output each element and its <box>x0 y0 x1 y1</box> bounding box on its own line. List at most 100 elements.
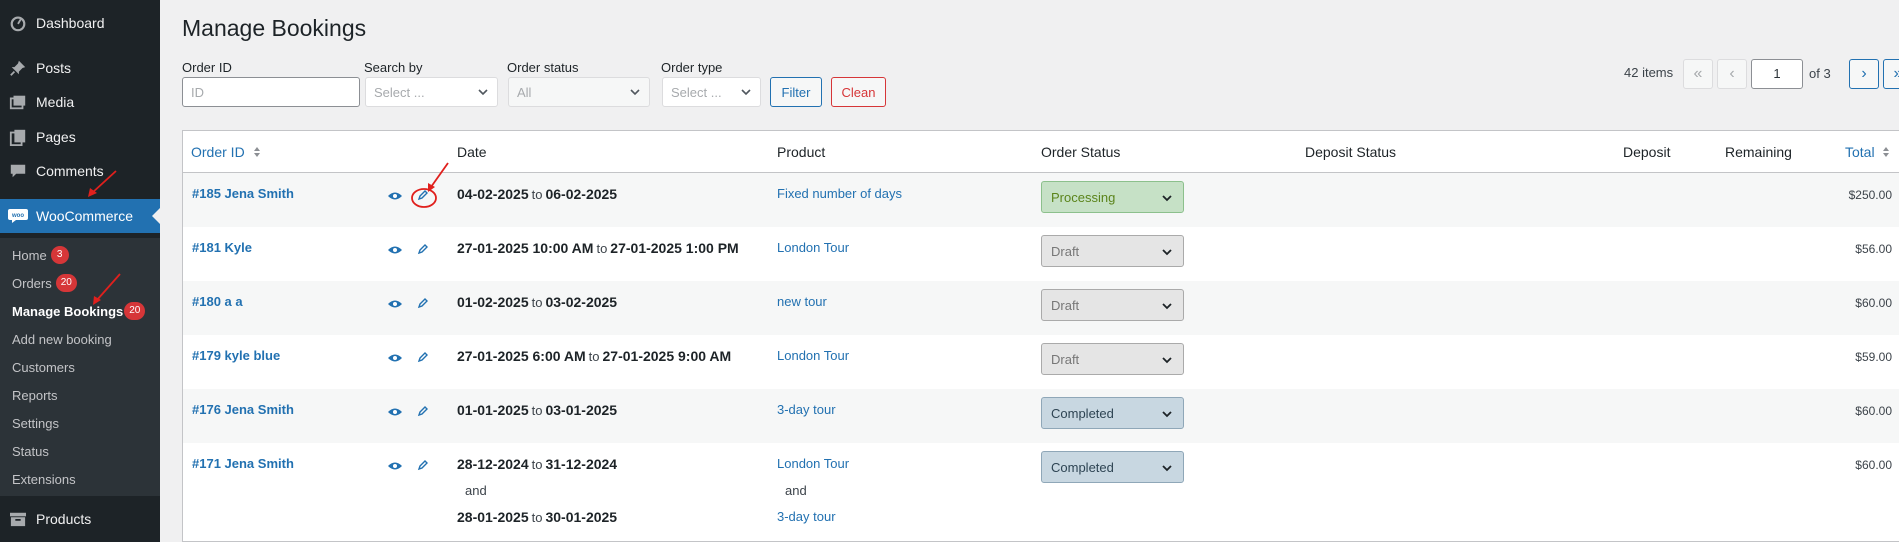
eye-icon[interactable] <box>387 351 403 365</box>
first-page-button[interactable]: « <box>1683 59 1713 89</box>
submenu-home[interactable]: Home 3 <box>12 245 69 265</box>
count-badge: 3 <box>50 246 69 264</box>
submenu-manage-bookings[interactable]: Manage Bookings 20 <box>12 301 146 321</box>
woocommerce-submenu: Home 3 Orders 20 Manage Bookings 20 Add … <box>0 238 160 496</box>
menu-dashboard[interactable]: Dashboard <box>0 6 160 40</box>
table-row: #176 Jena Smith 01-01-2025 to 03-01-2025 3… <box>183 389 1899 443</box>
order-link[interactable]: #176 Jena Smith <box>192 402 294 417</box>
pin-icon <box>0 59 36 77</box>
order-id-label: Order ID <box>182 60 232 75</box>
pencil-icon[interactable] <box>415 350 431 364</box>
order-status-select[interactable]: All <box>508 77 650 107</box>
booking-dates: 27-01-2025 10:00 AM to 27-01-2025 1:00 PM <box>457 240 739 256</box>
pencil-icon[interactable] <box>415 242 431 256</box>
prev-page-button[interactable]: ‹ <box>1717 59 1747 89</box>
pencil-icon[interactable] <box>415 458 431 472</box>
order-status-select[interactable]: Draft <box>1041 289 1184 321</box>
submenu-orders[interactable]: Orders 20 <box>12 273 77 293</box>
column-remaining: Remaining <box>1725 144 1792 160</box>
last-page-button[interactable]: » <box>1883 59 1899 89</box>
table-row: #171 Jena Smith 28-12-2024 to 31-12-2024 a… <box>183 443 1899 541</box>
total-value: $60.00 <box>1855 458 1892 472</box>
table-header: Order ID Date Product Order Status Depos… <box>183 131 1899 173</box>
product-link[interactable]: London Tour <box>777 240 849 255</box>
column-order-id[interactable]: Order ID <box>191 144 261 162</box>
total-value: $250.00 <box>1848 188 1892 202</box>
menu-posts[interactable]: Posts <box>0 51 160 85</box>
order-link[interactable]: #181 Kyle <box>192 240 252 255</box>
submenu-status[interactable]: Status <box>12 441 49 461</box>
booking-dates: 04-02-2025 to 06-02-2025 <box>457 186 618 202</box>
order-link[interactable]: #171 Jena Smith <box>192 456 294 471</box>
submenu-add-new-booking[interactable]: Add new booking <box>12 329 112 349</box>
main-content: Manage Bookings Order ID Search by Selec… <box>182 0 1899 542</box>
pencil-icon[interactable] <box>415 404 431 418</box>
eye-icon[interactable] <box>387 297 403 311</box>
filter-button[interactable]: Filter <box>770 77 822 107</box>
order-status-select[interactable]: Processing <box>1041 181 1184 213</box>
table-row: #179 kyle blue 27-01-2025 6:00 AM to 27-01… <box>183 335 1899 389</box>
submenu-customers[interactable]: Customers <box>12 357 75 377</box>
order-status-select[interactable]: Draft <box>1041 235 1184 267</box>
and-separator: and <box>785 483 807 498</box>
order-link[interactable]: #180 a a <box>192 294 243 309</box>
eye-icon[interactable] <box>387 243 403 257</box>
media-icon <box>0 93 36 111</box>
eye-icon[interactable] <box>387 189 403 203</box>
product-link[interactable]: 3-day tour <box>777 509 836 524</box>
product-link[interactable]: London Tour <box>777 348 849 363</box>
order-type-select[interactable]: Select ... <box>662 77 761 107</box>
order-status-select[interactable]: Completed <box>1041 451 1184 483</box>
total-value: $56.00 <box>1855 242 1892 256</box>
submenu-settings[interactable]: Settings <box>12 413 59 433</box>
menu-pages[interactable]: Pages <box>0 120 160 154</box>
product-link[interactable]: 3-day tour <box>777 402 836 417</box>
booking-dates: 01-02-2025 to 03-02-2025 <box>457 294 618 310</box>
order-id-input[interactable] <box>182 77 360 107</box>
column-date: Date <box>457 144 487 160</box>
order-type-label: Order type <box>661 60 723 75</box>
current-menu-arrow <box>152 208 160 224</box>
order-status-select[interactable]: Completed <box>1041 397 1184 429</box>
total-value: $60.00 <box>1855 296 1892 310</box>
page-title: Manage Bookings <box>182 15 367 41</box>
pencil-icon[interactable] <box>415 188 431 202</box>
current-page-input[interactable]: 1 <box>1751 59 1803 89</box>
product-link[interactable]: new tour <box>777 294 827 309</box>
woo-icon: woo <box>0 209 36 223</box>
menu-media[interactable]: Media <box>0 85 160 119</box>
search-by-select[interactable]: Select ... <box>365 77 498 107</box>
total-pages: of 3 <box>1809 66 1831 81</box>
table-row: #185 Jena Smith 04-02-2025 to 06-02-2025 F… <box>183 173 1899 227</box>
comment-icon <box>0 162 36 180</box>
submenu-reports[interactable]: Reports <box>12 385 58 405</box>
product-link[interactable]: Fixed number of days <box>777 186 902 201</box>
chevron-down-icon <box>1161 408 1173 423</box>
column-deposit-status: Deposit Status <box>1305 144 1397 160</box>
clean-button[interactable]: Clean <box>831 77 886 107</box>
sort-icon <box>1882 145 1890 162</box>
menu-woocommerce[interactable]: woo WooCommerce <box>0 199 160 233</box>
chevron-down-icon <box>1161 246 1173 261</box>
pencil-icon[interactable] <box>415 296 431 310</box>
column-total[interactable]: Total <box>1845 144 1890 162</box>
next-page-button[interactable]: › <box>1849 59 1879 89</box>
product-link[interactable]: London Tour <box>777 456 849 471</box>
submenu-extensions[interactable]: Extensions <box>12 469 76 489</box>
count-badge: 20 <box>124 302 146 320</box>
count-badge: 20 <box>55 274 77 292</box>
bookings-table: Order ID Date Product Order Status Depos… <box>182 130 1899 542</box>
total-value: $60.00 <box>1855 404 1892 418</box>
eye-icon[interactable] <box>387 405 403 419</box>
menu-comments[interactable]: Comments <box>0 154 160 188</box>
booking-dates: 27-01-2025 6:00 AM to 27-01-2025 9:00 AM <box>457 348 732 364</box>
search-by-label: Search by <box>364 60 423 75</box>
menu-products[interactable]: Products <box>0 502 160 536</box>
order-link[interactable]: #179 kyle blue <box>192 348 280 363</box>
table-row: #180 a a 01-02-2025 to 03-02-2025 new tour… <box>183 281 1899 335</box>
eye-icon[interactable] <box>387 459 403 473</box>
chevron-down-icon <box>1161 300 1173 315</box>
order-link[interactable]: #185 Jena Smith <box>192 186 294 201</box>
order-status-select[interactable]: Draft <box>1041 343 1184 375</box>
svg-text:woo: woo <box>11 213 24 219</box>
